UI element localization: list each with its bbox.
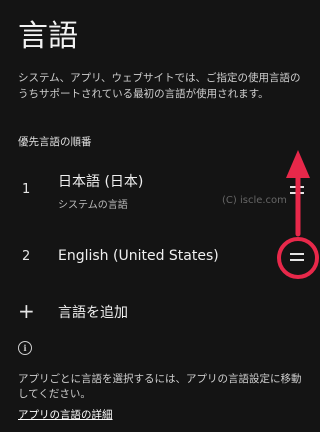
language-row-english[interactable]: 2 English (United States) xyxy=(0,240,320,274)
language-name: English (United States) xyxy=(58,248,219,264)
page-title: 言語 xyxy=(18,19,78,54)
drag-handle-icon[interactable] xyxy=(290,186,304,194)
language-subtitle: システムの言語 xyxy=(58,200,128,211)
annotation-overlay xyxy=(277,150,319,279)
plus-icon: + xyxy=(18,299,35,323)
watermark: (C) iscle.com xyxy=(222,195,287,206)
drag-handle-icon[interactable] xyxy=(290,253,304,261)
info-icon: i xyxy=(18,341,32,355)
language-row-japanese[interactable]: 1 日本語 (日本) システムの言語 xyxy=(0,166,320,216)
language-order-number: 2 xyxy=(22,249,31,264)
section-header: 優先言語の順番 xyxy=(18,136,92,148)
add-language-button[interactable]: + 言語を追加 xyxy=(0,296,320,326)
footer-text: アプリごとに言語を選択するには、アプリの言語設定に移動してください。 xyxy=(18,373,302,400)
description-text: システム、アプリ、ウェブサイトでは、ご指定の使用言語のうちサポートされている最初… xyxy=(18,72,301,100)
app-language-details-link[interactable]: アプリの言語の詳細 xyxy=(18,408,113,423)
language-name: 日本語 (日本) xyxy=(58,174,144,190)
language-order-number: 1 xyxy=(22,182,31,197)
add-language-label: 言語を追加 xyxy=(58,305,128,321)
